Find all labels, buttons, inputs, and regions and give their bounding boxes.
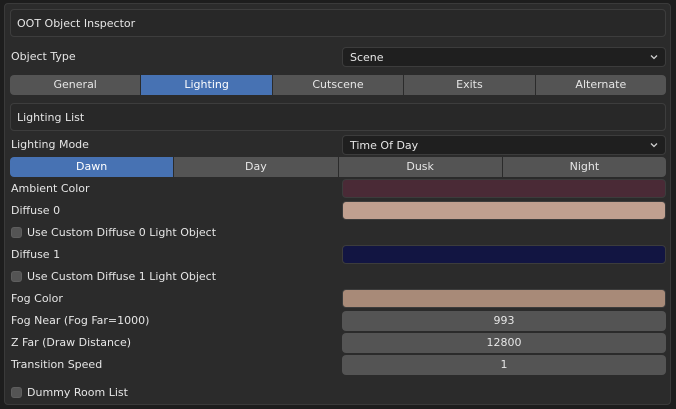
lighting-mode-value: Time Of Day — [350, 138, 419, 152]
use-custom-diffuse-1-label: Use Custom Diffuse 1 Light Object — [27, 269, 217, 283]
lighting-mode-label: Lighting Mode — [11, 138, 89, 151]
ambient-color-swatch[interactable] — [342, 179, 666, 198]
use-custom-diffuse-0-row[interactable]: Use Custom Diffuse 0 Light Object — [11, 223, 216, 241]
main-tab-bar: General Lighting Cutscene Exits Alternat… — [10, 75, 667, 95]
lighting-list-title: Lighting List — [17, 110, 85, 124]
ambient-color-label: Ambient Color — [11, 182, 90, 195]
use-custom-diffuse-1-row[interactable]: Use Custom Diffuse 1 Light Object — [11, 267, 216, 285]
diffuse-1-label: Diffuse 1 — [11, 248, 61, 261]
fog-near-field[interactable]: 993 — [342, 311, 666, 331]
diffuse-1-swatch[interactable] — [342, 245, 666, 264]
use-custom-diffuse-0-label: Use Custom Diffuse 0 Light Object — [27, 225, 217, 239]
dummy-room-list-row[interactable]: Dummy Room List — [11, 383, 128, 401]
tab-lighting[interactable]: Lighting — [141, 75, 273, 95]
tab-alternate[interactable]: Alternate — [535, 75, 667, 95]
dummy-room-list-label: Dummy Room List — [27, 385, 128, 399]
object-inspector-panel: OOT Object Inspector Object Type Scene G… — [4, 3, 671, 405]
time-of-day-tab-bar: Dawn Day Dusk Night — [10, 157, 666, 177]
diffuse-0-label: Diffuse 0 — [11, 204, 61, 217]
z-far-field[interactable]: 12800 — [342, 333, 666, 353]
tab-exits[interactable]: Exits — [404, 75, 536, 95]
transition-speed-field[interactable]: 1 — [342, 355, 666, 375]
chevron-down-icon — [647, 50, 661, 64]
inspector-header: OOT Object Inspector — [10, 9, 666, 37]
tab-dawn[interactable]: Dawn — [10, 157, 175, 177]
object-type-value: Scene — [350, 50, 384, 64]
fog-near-label: Fog Near (Fog Far=1000) — [11, 314, 150, 327]
lighting-mode-dropdown[interactable]: Time Of Day — [342, 135, 666, 155]
chevron-down-icon — [647, 138, 661, 152]
inspector-title: OOT Object Inspector — [17, 16, 136, 30]
dummy-room-list-checkbox[interactable] — [11, 386, 22, 398]
tab-day[interactable]: Day — [174, 157, 339, 177]
tab-general[interactable]: General — [10, 75, 142, 95]
diffuse-0-swatch[interactable] — [342, 201, 666, 220]
fog-color-label: Fog Color — [11, 292, 63, 305]
z-far-label: Z Far (Draw Distance) — [11, 336, 132, 349]
tab-cutscene[interactable]: Cutscene — [272, 75, 405, 95]
lighting-list-header: Lighting List — [10, 103, 666, 131]
fog-color-swatch[interactable] — [342, 289, 666, 308]
object-type-label: Object Type — [11, 50, 76, 63]
transition-speed-label: Transition Speed — [11, 358, 103, 371]
tab-dusk[interactable]: Dusk — [338, 157, 503, 177]
use-custom-diffuse-1-checkbox[interactable] — [11, 270, 22, 282]
tab-night[interactable]: Night — [502, 157, 666, 177]
use-custom-diffuse-0-checkbox[interactable] — [11, 226, 22, 238]
object-type-dropdown[interactable]: Scene — [342, 47, 666, 67]
